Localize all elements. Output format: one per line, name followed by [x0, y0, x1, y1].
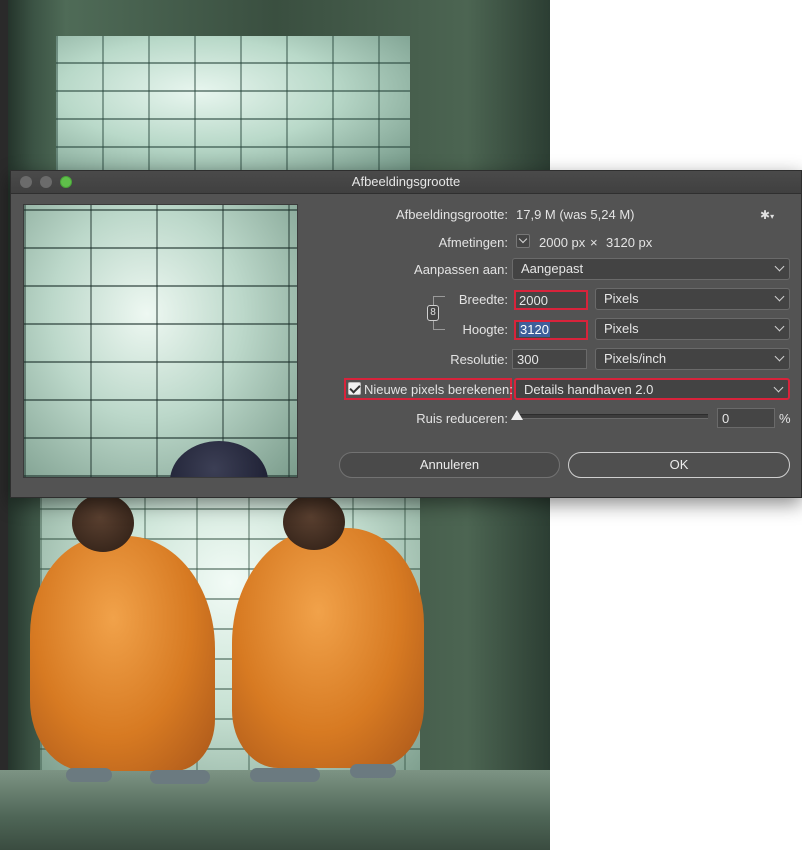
sandal: [250, 768, 320, 782]
dialog-title: Afbeeldingsgrootte: [351, 174, 461, 189]
width-unit-value: Pixels: [604, 291, 639, 306]
width-label: Breedte:: [458, 292, 508, 307]
noise-input[interactable]: [717, 408, 775, 428]
dimensions-units-toggle[interactable]: [516, 234, 530, 248]
monk-left-head: [72, 494, 134, 552]
fit-to-select[interactable]: Aangepast: [512, 258, 790, 280]
monk-left: [30, 536, 215, 771]
height-unit-value: Pixels: [604, 321, 639, 336]
dimensions-height: 3120 px: [606, 235, 653, 250]
height-label: Hoogte:: [462, 322, 508, 337]
temple-window-top: [56, 36, 410, 176]
chevron-down-icon: [773, 382, 784, 393]
monk-right-head: [283, 494, 345, 550]
resolution-unit-value: Pixels/inch: [604, 351, 667, 366]
canvas-edge: [0, 0, 8, 850]
link-icon[interactable]: 8: [427, 305, 439, 321]
image-preview[interactable]: [23, 204, 298, 478]
resample-checkbox[interactable]: [348, 382, 361, 395]
dimensions-width: 2000 px: [539, 235, 586, 250]
height-unit-select[interactable]: Pixels: [595, 318, 790, 340]
height-value: 3120: [519, 322, 550, 337]
monk-right: [232, 528, 424, 768]
sandal: [150, 770, 210, 784]
cancel-button[interactable]: Annuleren: [339, 452, 560, 478]
resolution-unit-select[interactable]: Pixels/inch: [595, 348, 790, 370]
height-input[interactable]: 3120: [514, 320, 588, 340]
sandal: [350, 764, 396, 778]
noise-slider-thumb[interactable]: [511, 410, 523, 420]
width-input[interactable]: [514, 290, 588, 310]
noise-slider-track[interactable]: [516, 414, 708, 419]
resolution-label: Resolutie:: [450, 352, 508, 367]
title-bar[interactable]: Afbeeldingsgrootte: [11, 171, 801, 194]
ok-button[interactable]: OK: [568, 452, 790, 478]
image-size-value: 17,9 M (was 5,24 M): [516, 207, 635, 222]
resample-label: Nieuwe pixels berekenen:: [364, 382, 513, 397]
resolution-input[interactable]: [512, 349, 587, 369]
gear-icon[interactable]: ✱▾: [760, 208, 774, 222]
checkmark-icon: [349, 382, 361, 394]
width-unit-select[interactable]: Pixels: [595, 288, 790, 310]
chevron-down-icon: [774, 261, 785, 272]
chevron-down-icon: [774, 291, 785, 302]
chevron-down-icon: [774, 351, 785, 362]
noise-label: Ruis reduceren:: [416, 411, 508, 426]
resample-method-value: Details handhaven 2.0: [524, 382, 654, 397]
chevron-down-icon: [774, 321, 785, 332]
image-size-label: Afbeeldingsgrootte:: [395, 207, 508, 222]
noise-unit: %: [779, 411, 791, 426]
stone-ledge: [0, 770, 550, 850]
resample-method-select[interactable]: Details handhaven 2.0: [514, 378, 790, 400]
fit-to-label: Aanpassen aan:: [414, 262, 508, 277]
dimensions-separator: ×: [590, 235, 598, 250]
dimensions-label: Afmetingen:: [438, 235, 508, 250]
chevron-down-icon: [518, 234, 528, 244]
sandal: [66, 768, 112, 782]
fit-to-value: Aangepast: [521, 261, 584, 276]
preview-monk-head: [170, 441, 268, 477]
